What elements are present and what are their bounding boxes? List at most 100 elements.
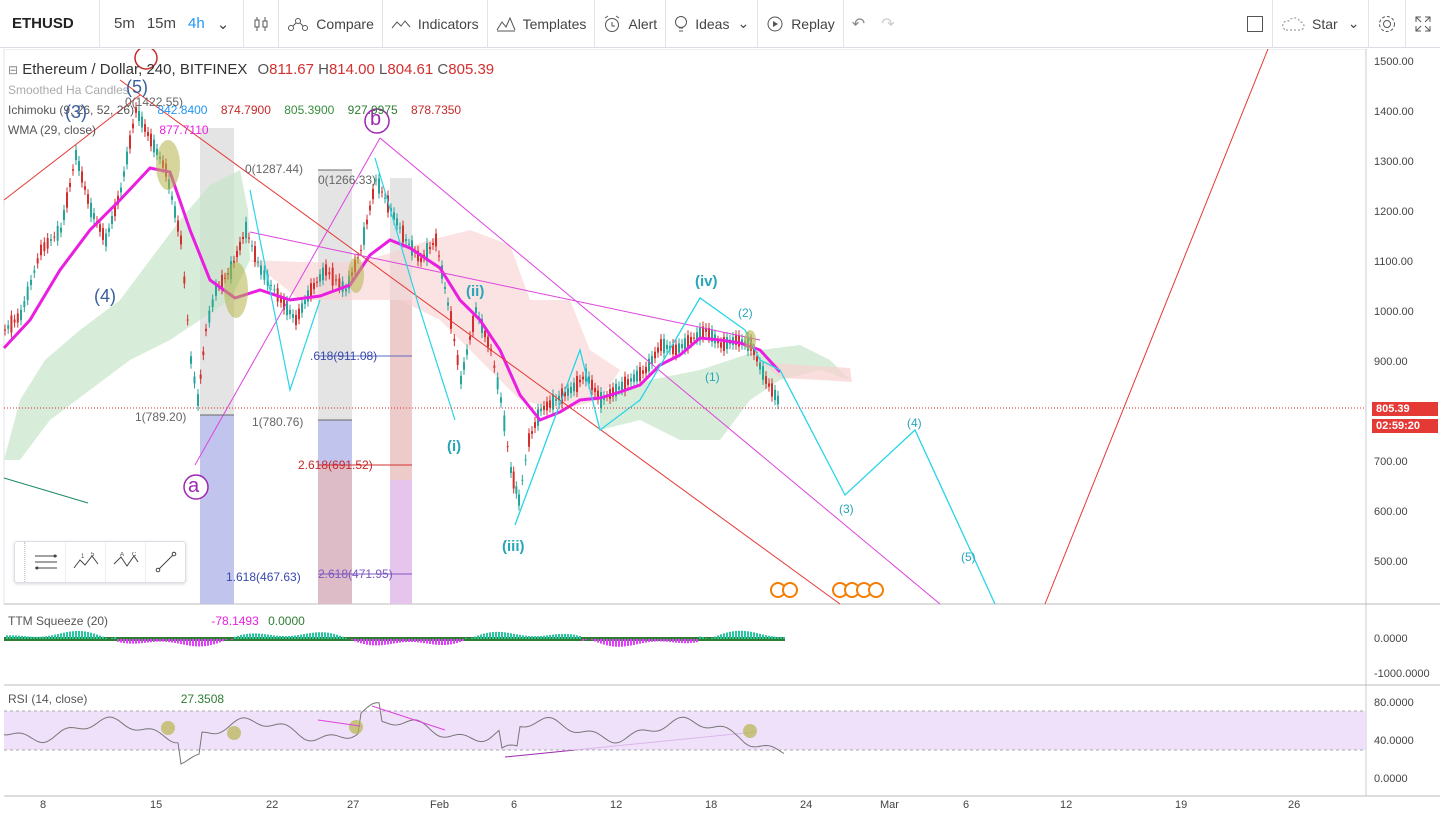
ttm-bar bbox=[24, 636, 26, 639]
indicators-button[interactable]: Indicators bbox=[383, 0, 488, 48]
candle-body bbox=[402, 225, 404, 243]
symbol-search[interactable]: ETHUSD bbox=[0, 0, 100, 48]
candle-body bbox=[444, 286, 446, 290]
ttm-bar bbox=[279, 635, 281, 639]
ttm-bar bbox=[402, 639, 404, 643]
wave-label-i: (i) bbox=[447, 438, 462, 455]
chevron-down-icon[interactable]: ⌄ bbox=[1348, 15, 1360, 32]
interval-4h[interactable]: 4h bbox=[182, 15, 211, 32]
alert-button[interactable]: Alert bbox=[595, 0, 667, 48]
legend-wma[interactable]: WMA (29, close) 877.7110 bbox=[8, 123, 209, 137]
ttm-bar bbox=[234, 636, 236, 639]
ttm-bar bbox=[159, 639, 161, 642]
templates-button[interactable]: Templates bbox=[488, 0, 596, 48]
ttm-bar bbox=[399, 639, 401, 643]
ttm-bar bbox=[192, 639, 194, 647]
candle-body bbox=[20, 309, 22, 321]
interval-15m[interactable]: 15m bbox=[141, 15, 182, 32]
candle-body bbox=[573, 382, 575, 392]
ttm-bar bbox=[360, 639, 362, 644]
main-legend[interactable]: ⊟ Ethereum / Dollar, 240, BITFINEX O811.… bbox=[8, 61, 494, 78]
ttm-bar bbox=[693, 639, 695, 643]
undo-button[interactable]: ↶ bbox=[844, 0, 873, 48]
candle-body bbox=[153, 139, 155, 153]
settings-button[interactable] bbox=[1369, 0, 1406, 48]
candle-body bbox=[16, 313, 19, 323]
ttm-bar bbox=[135, 639, 137, 644]
cloud-icon bbox=[1281, 16, 1305, 31]
collapse-icon[interactable]: ⊟ bbox=[8, 63, 18, 77]
candle-body bbox=[236, 250, 238, 258]
ideas-button[interactable]: Ideas ⌄ bbox=[666, 0, 759, 48]
wma-value: 877.7110 bbox=[159, 123, 209, 137]
ttm-bar bbox=[147, 639, 149, 643]
ttm-bar bbox=[405, 639, 407, 643]
candle-body bbox=[765, 376, 767, 384]
candle-body bbox=[399, 227, 401, 229]
redo-button[interactable]: ↷ bbox=[873, 0, 902, 48]
ttm-bar bbox=[177, 639, 179, 644]
fib-tool-icon bbox=[34, 554, 57, 570]
chart-type-button[interactable] bbox=[244, 0, 280, 48]
ichimoku-value: 878.7350 bbox=[411, 103, 462, 117]
ttm-bar bbox=[471, 637, 473, 639]
ttm-bar bbox=[342, 636, 344, 639]
ttm-bar bbox=[72, 631, 74, 639]
ttm-bar bbox=[573, 634, 575, 639]
ttm-bar bbox=[444, 639, 446, 645]
ttm-bar bbox=[750, 631, 752, 639]
ttm-bar bbox=[18, 635, 20, 639]
candle-body bbox=[180, 235, 182, 245]
ttm-bar bbox=[387, 639, 389, 645]
rsi-value: 27.3508 bbox=[180, 692, 225, 706]
candle-body bbox=[257, 261, 259, 263]
fib-tool-button[interactable] bbox=[25, 542, 65, 582]
chevron-down-icon[interactable]: ⌄ bbox=[737, 15, 749, 32]
candle-body bbox=[251, 245, 253, 247]
ttm-bar bbox=[501, 632, 503, 639]
ttm-bar bbox=[378, 639, 380, 646]
candle-body bbox=[515, 486, 518, 494]
drag-handle[interactable] bbox=[15, 542, 25, 582]
ttm-bar bbox=[246, 633, 248, 639]
ttm-bar bbox=[534, 636, 536, 639]
candle-body bbox=[174, 206, 176, 218]
interval-5m[interactable]: 5m bbox=[108, 15, 141, 32]
ttm-bar bbox=[516, 634, 518, 639]
candle-body bbox=[684, 338, 686, 350]
ttm-bar bbox=[93, 633, 95, 639]
ttm-bar bbox=[45, 636, 47, 639]
star-button[interactable]: Star ⌄ bbox=[1273, 0, 1369, 48]
legend-ha-candles[interactable]: Smoothed Ha Candles bbox=[8, 83, 129, 97]
ttm-legend[interactable]: TTM Squeeze (20) -78.1493 0.0000 bbox=[8, 614, 305, 628]
elliott-correction-button[interactable]: AC bbox=[105, 542, 145, 582]
date-axis-label: Feb bbox=[430, 799, 449, 811]
date-axis-label: 19 bbox=[1175, 799, 1188, 811]
fullscreen-select-button[interactable] bbox=[1238, 0, 1273, 48]
elliott-impulse-button[interactable]: 15 bbox=[65, 542, 105, 582]
ttm-bar bbox=[30, 636, 32, 639]
ttm-bar bbox=[75, 631, 77, 639]
ttm-bar bbox=[435, 639, 437, 645]
rsi-legend[interactable]: RSI (14, close) 27.3508 bbox=[8, 692, 224, 706]
ttm-bar bbox=[411, 639, 413, 643]
expand-button[interactable] bbox=[1406, 0, 1440, 48]
candle-body bbox=[331, 267, 334, 286]
candle-body bbox=[506, 446, 509, 448]
candle-body bbox=[521, 479, 524, 481]
ttm-bar bbox=[138, 639, 140, 644]
candle-body bbox=[328, 272, 331, 275]
fib-label: 2.618(471.95) bbox=[318, 567, 393, 581]
ttm-bar bbox=[312, 632, 314, 639]
ttm-bar bbox=[690, 639, 692, 644]
gear-icon bbox=[1379, 15, 1395, 32]
trendline-button[interactable] bbox=[145, 542, 185, 582]
ttm-bar bbox=[222, 639, 224, 642]
candle-body bbox=[289, 309, 291, 315]
indicators-icon bbox=[391, 18, 411, 30]
candle-body bbox=[378, 178, 380, 194]
candle-body bbox=[123, 171, 125, 177]
compare-button[interactable]: Compare bbox=[279, 0, 383, 48]
replay-button[interactable]: Replay bbox=[758, 0, 844, 48]
chevron-down-icon[interactable]: ⌄ bbox=[211, 15, 236, 33]
